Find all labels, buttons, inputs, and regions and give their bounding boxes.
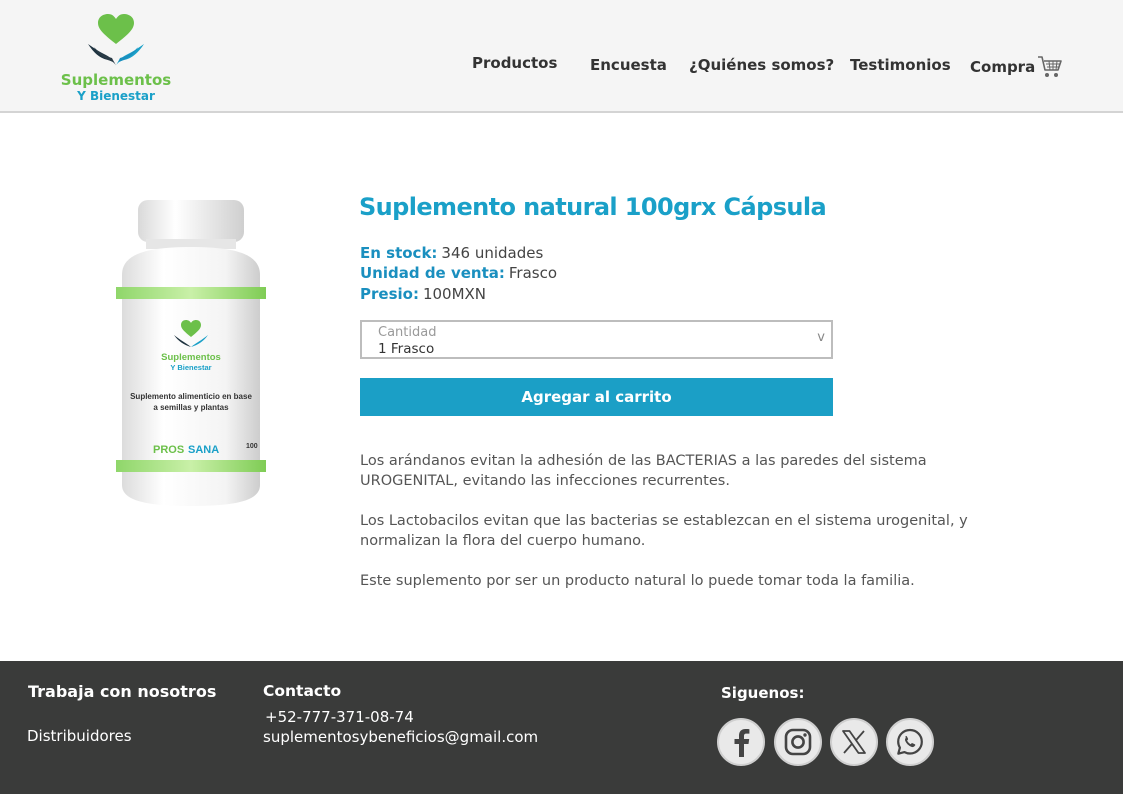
stock-value: 346 unidades: [441, 244, 544, 262]
bottle-count: 100: [246, 443, 258, 450]
quantity-value: 1 Frasco: [378, 341, 435, 357]
shopping-cart-icon: [1038, 56, 1063, 77]
contact-heading: Contacto: [263, 682, 342, 700]
distributors-link[interactable]: Distribuidores: [27, 727, 132, 745]
nav-cart[interactable]: Compra: [970, 54, 1063, 80]
contact-email[interactable]: suplementosybeneficios@gmail.com: [263, 728, 538, 746]
contact-phone[interactable]: +52-777-371-08-74: [265, 708, 414, 726]
stock-row: En stock: 346 unidades: [360, 244, 543, 262]
nav-cart-label: Compra: [970, 58, 1036, 76]
bottle-pros: PROS: [153, 444, 184, 456]
product-image: Suplementos Y Bienestar Suplemento alime…: [108, 195, 274, 510]
quantity-label: Cantidad: [378, 325, 437, 340]
site-footer: Trabaja con nosotros Distribuidores Cont…: [0, 661, 1123, 794]
bottle-text-line1: Suplemento alimenticio en base: [130, 392, 252, 401]
price-label: Presio:: [360, 285, 419, 303]
price-row: Presio: 100MXN: [360, 285, 486, 303]
unit-value: Frasco: [508, 264, 558, 282]
heart-hands-icon: [88, 14, 144, 66]
bottle-text-line2: a semillas y plantas: [153, 403, 229, 412]
description-paragraph-2: Los Lactobacilos evitan que las bacteria…: [360, 513, 968, 549]
site-logo[interactable]: Suplementos Y Bienestar: [56, 14, 176, 108]
unit-row: Unidad de venta: Frasco: [360, 264, 557, 282]
nav-about[interactable]: ¿Quiénes somos?: [689, 56, 834, 82]
stock-label: En stock:: [360, 244, 438, 262]
quantity-select[interactable]: Cantidad 1 Frasco v: [360, 320, 833, 359]
bottle-sana: SANA: [188, 444, 219, 456]
nav-products[interactable]: Productos: [472, 54, 557, 80]
unit-label: Unidad de venta:: [360, 264, 505, 282]
follow-us-heading: Siguenos:: [721, 684, 805, 702]
facebook-icon[interactable]: [717, 718, 765, 766]
price-value: 100MXN: [422, 285, 487, 303]
description-paragraph-1: Los arándanos evitan la adhesión de las …: [360, 453, 927, 489]
product-title: Suplemento natural 100grx Cápsula: [359, 193, 827, 221]
bottle-brand1: Suplementos: [161, 352, 221, 363]
nav-testimonials[interactable]: Testimonios: [850, 56, 951, 82]
chevron-down-icon: v: [817, 330, 825, 345]
whatsapp-icon[interactable]: [886, 718, 934, 766]
work-with-us-heading: Trabaja con nosotros: [28, 682, 217, 701]
logo-line2: Y Bienestar: [77, 89, 155, 103]
site-header: Suplementos Y Bienestar Productos Encues…: [0, 0, 1123, 113]
nav-survey[interactable]: Encuesta: [590, 56, 667, 82]
bottle-brand2: Y Bienestar: [170, 363, 211, 372]
description-paragraph-3: Este suplemento por ser un producto natu…: [360, 573, 915, 589]
x-icon[interactable]: [830, 718, 878, 766]
add-to-cart-button[interactable]: Agregar al carrito: [360, 378, 833, 416]
logo-line1: Suplementos: [60, 71, 172, 89]
instagram-icon[interactable]: [774, 718, 822, 766]
